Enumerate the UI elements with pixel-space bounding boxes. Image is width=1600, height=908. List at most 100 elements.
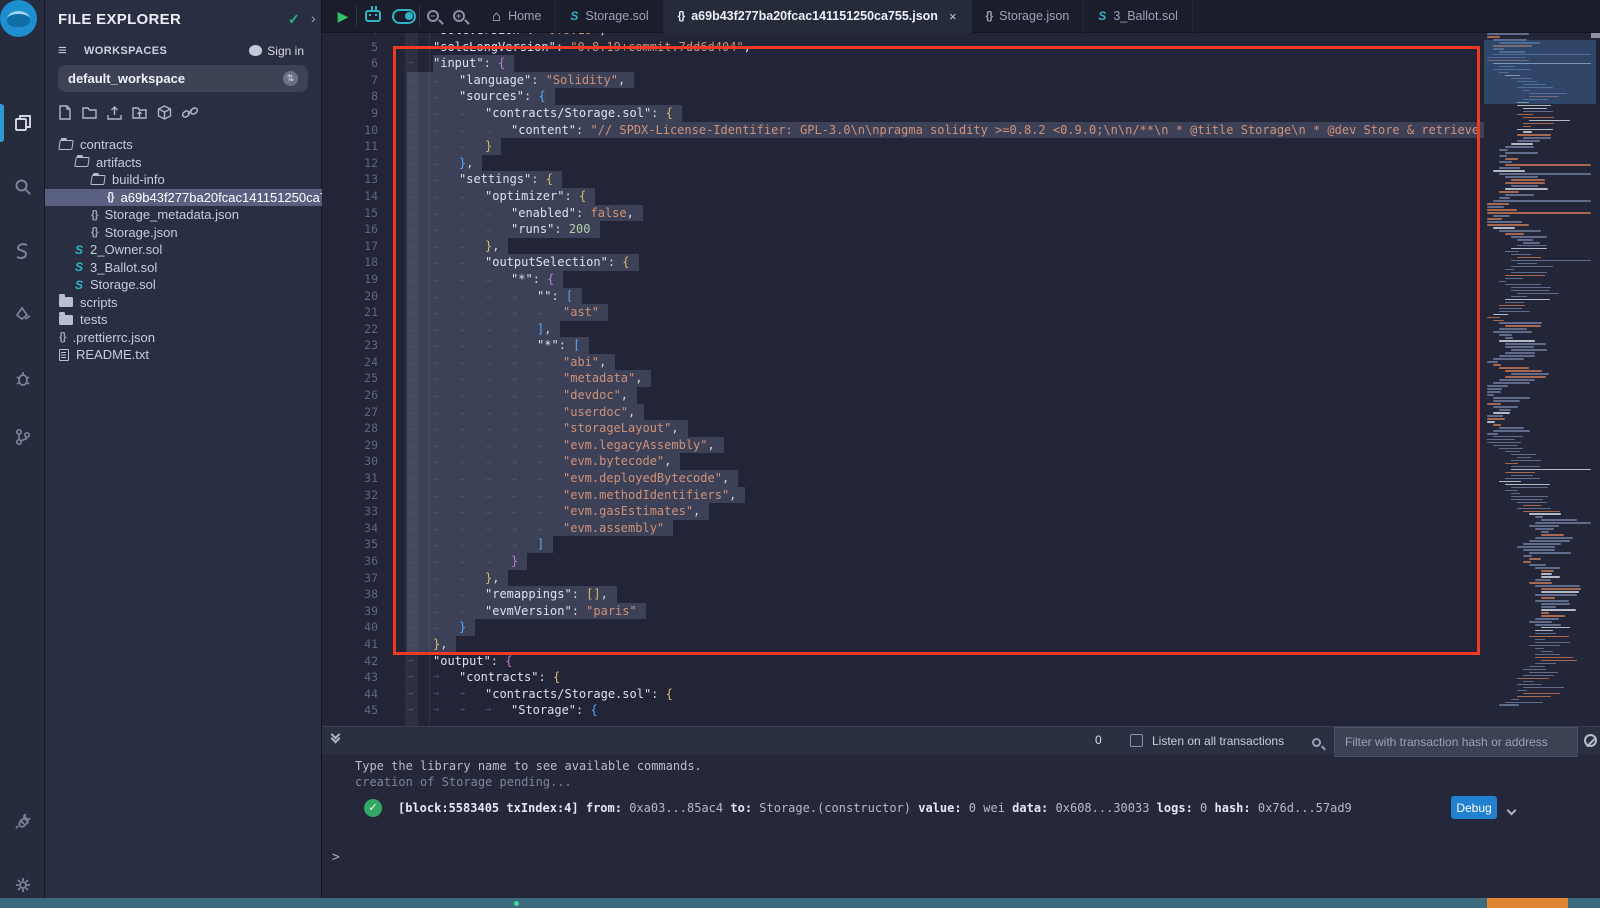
plugin-manager-icon[interactable] bbox=[10, 808, 35, 833]
tree-item-storage-sol[interactable]: SStorage.sol bbox=[45, 276, 322, 294]
close-tab-icon[interactable]: × bbox=[949, 9, 957, 24]
collapse-terminal-icon[interactable] bbox=[332, 731, 339, 739]
tab-home[interactable]: ⌂Home bbox=[478, 0, 556, 33]
listen-label[interactable]: Listen on all transactions bbox=[1152, 734, 1284, 748]
code-line-19[interactable]: 19→→→→"*": { bbox=[322, 271, 1484, 288]
debugger-icon[interactable] bbox=[10, 366, 35, 391]
workspaces-menu-icon[interactable]: ≡ bbox=[58, 42, 67, 59]
tab-storage-sol[interactable]: SStorage.sol bbox=[556, 0, 663, 33]
code-line-40[interactable]: 40→→} bbox=[322, 619, 1484, 636]
terminal-prompt[interactable]: > bbox=[332, 850, 340, 865]
code-line-30[interactable]: 30→→→→→→"evm.bytecode", bbox=[322, 453, 1484, 470]
code-line-32[interactable]: 32→→→→→→"evm.methodIdentifiers", bbox=[322, 487, 1484, 504]
code-line-15[interactable]: 15→→→→"enabled": false, bbox=[322, 205, 1484, 222]
code-line-5[interactable]: 5→"solcLongVersion": "0.8.19+commit.7dd6… bbox=[322, 39, 1484, 56]
code-line-44[interactable]: 44→→→"contracts/Storage.sol": { bbox=[322, 686, 1484, 703]
transaction-row[interactable]: ✓ [block:5583405 txIndex:4] from: 0xa03.… bbox=[322, 796, 1600, 822]
code-line-26[interactable]: 26→→→→→→"devdoc", bbox=[322, 387, 1484, 404]
deploy-run-icon[interactable] bbox=[10, 302, 35, 327]
tree-item-build-info[interactable]: build-info bbox=[45, 171, 322, 189]
load-box-icon[interactable] bbox=[156, 104, 173, 121]
code-line-29[interactable]: 29→→→→→→"evm.legacyAssembly", bbox=[322, 437, 1484, 454]
code-line-38[interactable]: 38→→→"remappings": [], bbox=[322, 586, 1484, 603]
transaction-filter-input[interactable] bbox=[1334, 727, 1578, 757]
code-line-16[interactable]: 16→→→→"runs": 200 bbox=[322, 221, 1484, 238]
tree-item-storage-json[interactable]: {}Storage.json bbox=[45, 224, 322, 242]
expand-tx-icon[interactable] bbox=[1508, 801, 1515, 819]
tab-storage-json[interactable]: {}Storage.json bbox=[972, 0, 1085, 33]
settings-gear-icon[interactable] bbox=[10, 872, 35, 897]
tree-item-2-owner-sol[interactable]: S2_Owner.sol bbox=[45, 241, 322, 259]
link-icon[interactable] bbox=[181, 104, 199, 121]
scrollbar-thumb[interactable] bbox=[1591, 33, 1600, 38]
clear-console-icon[interactable] bbox=[1584, 734, 1597, 747]
code-line-20[interactable]: 20→→→→→"": [ bbox=[322, 288, 1484, 305]
token: : bbox=[559, 338, 573, 352]
tree-item-3-ballot-sol[interactable]: S3_Ballot.sol bbox=[45, 259, 322, 277]
code-line-10[interactable]: 10→→→→"content": "// SPDX-License-Identi… bbox=[322, 122, 1484, 139]
minimap-viewport[interactable] bbox=[1484, 40, 1596, 104]
code-line-31[interactable]: 31→→→→→→"evm.deployedBytecode", bbox=[322, 470, 1484, 487]
tree-item--prettierrc-json[interactable]: {}.prettierrc.json bbox=[45, 329, 322, 347]
code-line-37[interactable]: 37→→→}, bbox=[322, 570, 1484, 587]
upload-file-icon[interactable] bbox=[106, 104, 123, 121]
code-editor[interactable]: 4→"solcVersion": "0.8.19",5→"solcLongVer… bbox=[322, 33, 1600, 726]
file-explorer-icon[interactable] bbox=[10, 110, 35, 135]
tree-item-artifacts[interactable]: artifacts bbox=[45, 154, 322, 172]
code-line-22[interactable]: 22→→→→→], bbox=[322, 321, 1484, 338]
code-line-13[interactable]: 13→→"settings": { bbox=[322, 171, 1484, 188]
code-line-6[interactable]: 6→"input": { bbox=[322, 55, 1484, 72]
code-line-9[interactable]: 9→→→"contracts/Storage.sol": { bbox=[322, 105, 1484, 122]
zoom-in-icon[interactable]: + bbox=[446, 0, 472, 33]
run-script-button[interactable]: ▶ bbox=[322, 0, 356, 33]
tree-item-storage-metadata-json[interactable]: {}Storage_metadata.json bbox=[45, 206, 322, 224]
tree-item-tests[interactable]: tests bbox=[45, 311, 322, 329]
code-line-7[interactable]: 7→→"language": "Solidity", bbox=[322, 72, 1484, 89]
tab-a69b43f277ba20fcac141151250ca755-json[interactable]: {}a69b43f277ba20fcac141151250ca755.json× bbox=[664, 0, 972, 33]
code-line-36[interactable]: 36→→→→} bbox=[322, 553, 1484, 570]
sign-in-button[interactable]: Sign in bbox=[249, 44, 304, 58]
code-line-42[interactable]: 42→"output": { bbox=[322, 653, 1484, 670]
tree-item-a69b43f277ba20fcac141151250ca7-[interactable]: {}a69b43f277ba20fcac141151250ca7... bbox=[45, 189, 322, 207]
code-line-33[interactable]: 33→→→→→→"evm.gasEstimates", bbox=[322, 503, 1484, 520]
minimap-row bbox=[1493, 215, 1510, 217]
new-file-icon[interactable] bbox=[57, 104, 73, 121]
code-line-43[interactable]: 43→→"contracts": { bbox=[322, 669, 1484, 686]
tab-3-ballot-sol[interactable]: S3_Ballot.sol bbox=[1084, 0, 1193, 33]
code-line-17[interactable]: 17→→→}, bbox=[322, 238, 1484, 255]
code-line-11[interactable]: 11→→→} bbox=[322, 138, 1484, 155]
tree-item-contracts[interactable]: contracts bbox=[45, 136, 322, 154]
tree-item-readme-txt[interactable]: README.txt bbox=[45, 346, 322, 364]
workspace-select[interactable]: default_workspace ⇅ bbox=[58, 65, 308, 92]
code-line-8[interactable]: 8→→"sources": { bbox=[322, 88, 1484, 105]
code-line-35[interactable]: 35→→→→→] bbox=[322, 536, 1484, 553]
remix-logo-icon[interactable] bbox=[0, 0, 37, 37]
code-line-41[interactable]: 41→}, bbox=[322, 636, 1484, 653]
search-icon[interactable] bbox=[10, 174, 35, 199]
code-line-39[interactable]: 39→→→"evmVersion": "paris" bbox=[322, 603, 1484, 620]
listen-checkbox[interactable] bbox=[1130, 734, 1143, 747]
upload-folder-icon[interactable] bbox=[131, 104, 148, 121]
code-line-28[interactable]: 28→→→→→→"storageLayout", bbox=[322, 420, 1484, 437]
zoom-out-icon[interactable]: − bbox=[420, 0, 446, 33]
copilot-toggle[interactable] bbox=[388, 0, 419, 33]
code-line-14[interactable]: 14→→→"optimizer": { bbox=[322, 188, 1484, 205]
code-line-27[interactable]: 27→→→→→→"userdoc", bbox=[322, 404, 1484, 421]
minimap-row bbox=[1541, 615, 1565, 617]
code-line-23[interactable]: 23→→→→→"*": [ bbox=[322, 337, 1484, 354]
ai-copilot-icon[interactable] bbox=[357, 0, 388, 33]
solidity-compiler-icon[interactable] bbox=[10, 238, 35, 263]
code-line-34[interactable]: 34→→→→→→"evm.assembly" bbox=[322, 520, 1484, 537]
minimap[interactable] bbox=[1484, 33, 1596, 726]
new-folder-icon[interactable] bbox=[81, 104, 98, 121]
chevron-right-icon[interactable]: › bbox=[311, 10, 316, 26]
code-line-21[interactable]: 21→→→→→→"ast" bbox=[322, 304, 1484, 321]
code-line-45[interactable]: 45→→→→"Storage": { bbox=[322, 702, 1484, 719]
code-line-12[interactable]: 12→→}, bbox=[322, 155, 1484, 172]
tree-item-scripts[interactable]: scripts bbox=[45, 294, 322, 312]
git-icon[interactable] bbox=[10, 424, 35, 449]
debug-button[interactable]: Debug bbox=[1451, 796, 1497, 819]
code-line-18[interactable]: 18→→→"outputSelection": { bbox=[322, 254, 1484, 271]
code-line-24[interactable]: 24→→→→→→"abi", bbox=[322, 354, 1484, 371]
code-line-25[interactable]: 25→→→→→→"metadata", bbox=[322, 370, 1484, 387]
